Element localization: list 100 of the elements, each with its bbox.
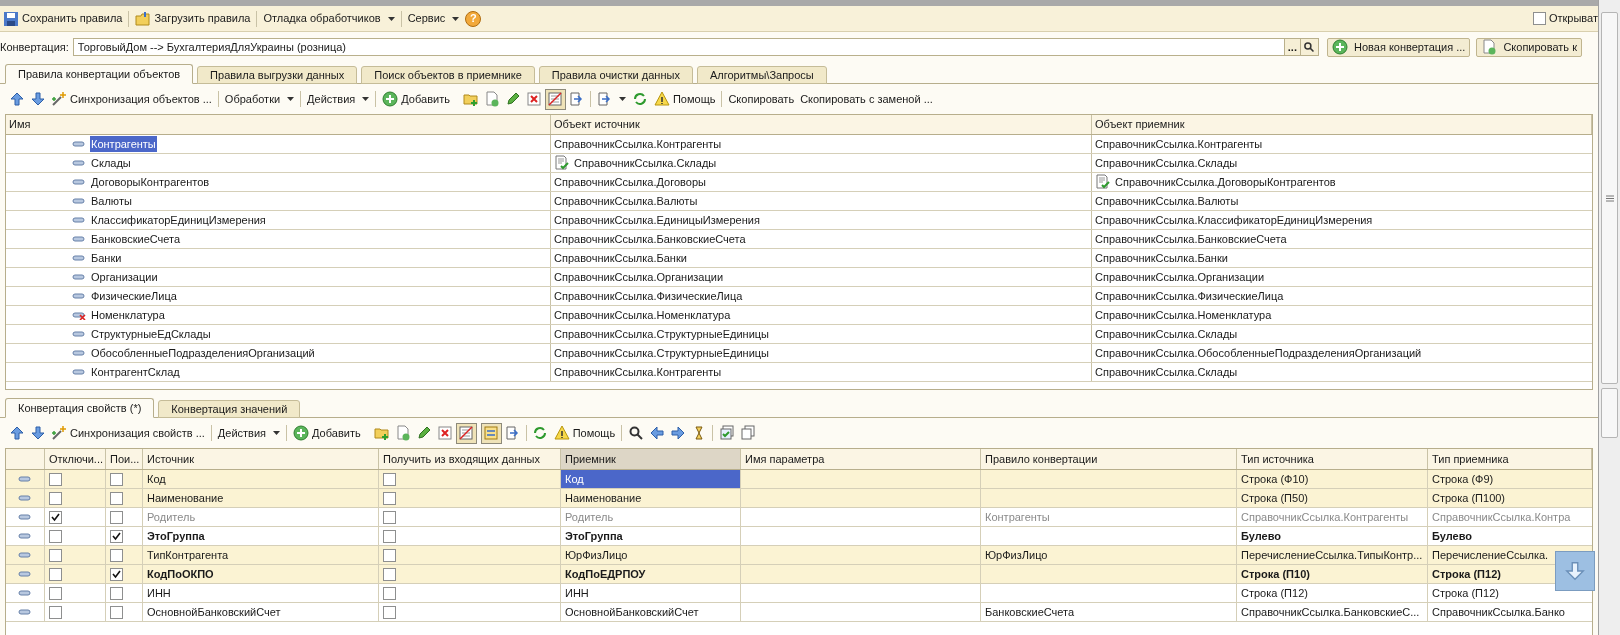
checkbox[interactable] [383, 529, 396, 543]
table-cell-text: ПеречислениеСсылка. [1432, 547, 1549, 563]
name-cell[interactable]: КонтрагентСклад [90, 363, 181, 381]
table-cell-text: СправочникСсылка.Склады [1095, 364, 1238, 380]
menu-button[interactable]: Действия [304, 88, 373, 110]
column-header[interactable]: Пои... [106, 449, 143, 469]
tab[interactable]: Алгоритмы\Запросы [696, 66, 827, 84]
open-checkbox[interactable]: Открыват [1532, 10, 1598, 27]
checkbox[interactable] [49, 605, 62, 619]
scrollbar-thumb[interactable] [1601, 12, 1618, 384]
checkbox[interactable] [49, 491, 62, 505]
tab[interactable]: Конвертация значений [158, 400, 301, 418]
name-cell[interactable]: Склады [90, 154, 132, 172]
tab[interactable]: Поиск объектов в приемнике [361, 66, 535, 84]
name-cell[interactable]: КлассификаторЕдиницИзмерения [90, 211, 267, 229]
table-cell-text: СправочникСсылка.ОбособленныеПодразделенияОрганизаций [1095, 345, 1422, 361]
column-header[interactable]: Отключи... [45, 449, 106, 469]
column-header[interactable]: Имя параметра [741, 449, 981, 469]
copy-conversion-button[interactable]: Скопировать к [1476, 37, 1582, 57]
table-cell-text: СправочникСсылка.Банко [1432, 604, 1565, 620]
name-cell[interactable]: Банки [90, 249, 123, 267]
menu-button[interactable]: Отладка обработчиков [260, 8, 398, 29]
table-cell-text: Строка (Ф10) [1241, 471, 1309, 487]
name-cell[interactable]: Контрагенты [90, 135, 157, 153]
name-cell[interactable]: ОбособленныеПодразделенияОрганизаций [90, 344, 316, 362]
checkbox[interactable] [49, 567, 62, 581]
table-cell-text: СправочникСсылка.Склады [574, 155, 717, 171]
checkbox[interactable] [49, 472, 62, 486]
name-cell[interactable]: БанковскиеСчета [90, 230, 182, 248]
table-cell-text: Строка (П12) [1432, 566, 1501, 582]
toolbar-button[interactable]: Помощь [650, 88, 719, 110]
column-header[interactable]: Приемник [561, 449, 741, 469]
table-cell-text: СправочникСсылка.Склады [1095, 326, 1238, 342]
crossed-list-icon[interactable] [455, 422, 477, 444]
toolbar-button[interactable]: Синхронизация свойств ... [48, 422, 208, 444]
conversion-field[interactable]: ТорговыйДом --> БухгалтерияДляУкраины (розница) [72, 38, 1285, 56]
checkbox[interactable] [110, 548, 123, 562]
checkbox[interactable] [110, 491, 123, 505]
tab[interactable]: Правила очистки данных [538, 66, 693, 84]
checkbox[interactable] [383, 548, 396, 562]
checkbox[interactable] [383, 567, 396, 581]
checkbox[interactable] [383, 605, 396, 619]
column-header[interactable]: Тип приемника [1428, 449, 1592, 469]
checkbox[interactable] [110, 472, 123, 486]
toolbar-button[interactable]: Скопировать [725, 88, 798, 110]
checkbox[interactable] [383, 491, 396, 505]
column-header[interactable]: Источник [143, 449, 379, 469]
lines-icon[interactable] [480, 422, 502, 444]
column-header[interactable]: Имя [6, 115, 551, 134]
table-cell-text: СправочникСсылка.Номенклатура [1095, 307, 1272, 323]
checkbox[interactable] [1532, 12, 1546, 25]
column-header[interactable]: Тип источника [1237, 449, 1428, 469]
checkbox[interactable] [49, 548, 62, 562]
toolbar-button[interactable]: Добавить [379, 88, 453, 110]
tab[interactable]: Конвертация свойств (*) [5, 398, 155, 418]
checkbox[interactable] [110, 586, 123, 600]
menu-button[interactable]: Действия [214, 422, 284, 444]
scrollbar-thumb[interactable] [1601, 388, 1618, 438]
table-cell-text: СправочникСсылка.КлассификаторЕдиницИзмерения [1095, 212, 1373, 228]
checkbox[interactable] [49, 529, 62, 543]
checkbox[interactable] [110, 605, 123, 619]
dash-icon [18, 493, 32, 503]
name-cell[interactable]: ФизическиеЛица [90, 287, 178, 305]
name-cell[interactable]: Номенклатура [90, 306, 166, 324]
tab[interactable]: Правила выгрузки данных [197, 66, 358, 84]
table-cell-text: СправочникСсылка.Склады [1095, 155, 1238, 171]
scrollbar[interactable] [1598, 0, 1620, 635]
menu-button[interactable]: Сервис [404, 8, 463, 29]
name-cell[interactable]: ДоговорыКонтрагентов [90, 173, 211, 191]
checkbox[interactable] [110, 567, 123, 581]
menu-button[interactable]: Обработки [221, 88, 298, 110]
table-cell-text: СправочникСсылка.Договоры [554, 174, 706, 190]
name-cell[interactable]: Организации [90, 268, 159, 286]
name-cell[interactable]: СтруктурныеЕдСклады [90, 325, 212, 343]
toolbar-button[interactable]: Добавить [290, 422, 364, 444]
toolbar-button[interactable]: Загрузить правила [132, 8, 254, 29]
caret-icon [362, 97, 370, 101]
tab[interactable]: Правила конвертации объектов [5, 64, 194, 84]
dash-icon [18, 474, 32, 484]
toolbar-button[interactable]: Помощь [550, 422, 619, 444]
column-header[interactable]: Правило конвертации [981, 449, 1237, 469]
toolbar-button[interactable]: Сохранить правила [0, 8, 126, 29]
checkbox[interactable] [49, 586, 62, 600]
table-cell-text: СправочникСсылка.ФизическиеЛица [1095, 288, 1284, 304]
crossed-list-icon[interactable] [544, 88, 566, 110]
column-header[interactable]: Объект приемник [1092, 115, 1592, 134]
checkbox[interactable] [383, 586, 396, 600]
table-cell-text: ИНН [565, 585, 589, 601]
new-conversion-button[interactable]: Новая конвертация ... [1327, 37, 1471, 57]
name-cell[interactable]: Валюты [90, 192, 133, 210]
column-header[interactable]: Объект источник [551, 115, 1092, 134]
table-cell-text: СправочникСсылка.БанковскиеС... [1241, 604, 1420, 620]
table-cell-text: Строка (П12) [1241, 585, 1308, 601]
scroll-down-button[interactable] [1555, 551, 1595, 591]
toolbar-button[interactable]: Синхронизация объектов ... [48, 88, 215, 110]
toolbar-button[interactable]: Скопировать с заменой ... [797, 88, 936, 110]
checkbox[interactable] [383, 472, 396, 486]
dash-icon [18, 550, 32, 560]
field-label: Конвертация: [0, 39, 69, 55]
checkbox[interactable] [110, 529, 123, 543]
